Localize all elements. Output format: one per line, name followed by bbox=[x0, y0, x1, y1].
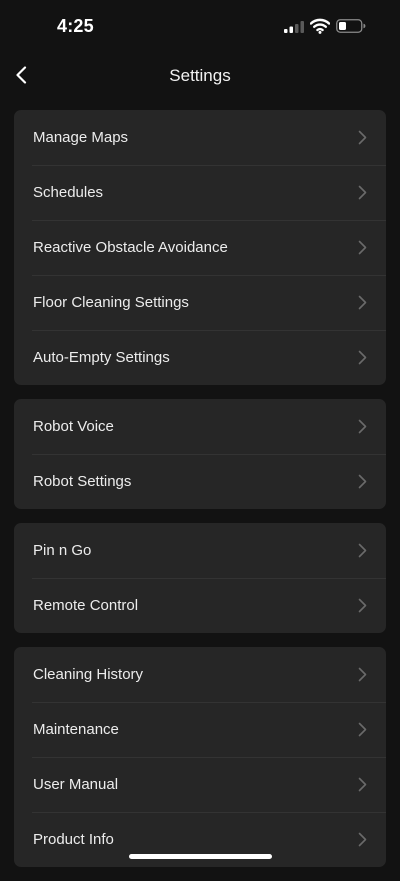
chevron-right-icon bbox=[358, 667, 367, 682]
settings-group-robot: Robot Voice Robot Settings bbox=[14, 399, 386, 509]
chevron-right-icon bbox=[358, 240, 367, 255]
settings-group-control: Pin n Go Remote Control bbox=[14, 523, 386, 633]
chevron-right-icon bbox=[358, 722, 367, 737]
settings-item-remote-control[interactable]: Remote Control bbox=[14, 578, 386, 633]
settings-item-label: Reactive Obstacle Avoidance bbox=[33, 239, 228, 256]
chevron-right-icon bbox=[358, 130, 367, 145]
settings-item-robot-voice[interactable]: Robot Voice bbox=[14, 399, 386, 454]
settings-item-cleaning-history[interactable]: Cleaning History bbox=[14, 647, 386, 702]
settings-item-pin-n-go[interactable]: Pin n Go bbox=[14, 523, 386, 578]
settings-item-floor-cleaning-settings[interactable]: Floor Cleaning Settings bbox=[14, 275, 386, 330]
navigation-bar: Settings bbox=[0, 50, 400, 100]
chevron-right-icon bbox=[358, 832, 367, 847]
settings-item-label: Cleaning History bbox=[33, 666, 144, 683]
settings-item-user-manual[interactable]: User Manual bbox=[14, 757, 386, 812]
settings-group-info: Cleaning History Maintenance User Manual… bbox=[14, 647, 386, 867]
wifi-icon bbox=[310, 18, 330, 34]
home-indicator[interactable] bbox=[129, 854, 272, 859]
settings-item-label: Maintenance bbox=[33, 721, 119, 738]
status-time: 4:25 bbox=[57, 16, 94, 36]
settings-item-label: Manage Maps bbox=[33, 129, 129, 146]
settings-item-label: Auto-Empty Settings bbox=[33, 349, 170, 366]
settings-item-schedules[interactable]: Schedules bbox=[14, 165, 386, 220]
settings-list: Manage Maps Schedules Reactive Obstacle … bbox=[14, 110, 386, 881]
chevron-right-icon bbox=[358, 185, 367, 200]
settings-item-label: Floor Cleaning Settings bbox=[33, 294, 189, 311]
settings-item-reactive-obstacle-avoidance[interactable]: Reactive Obstacle Avoidance bbox=[14, 220, 386, 275]
chevron-right-icon bbox=[358, 543, 367, 558]
chevron-right-icon bbox=[358, 295, 367, 310]
chevron-right-icon bbox=[358, 777, 367, 792]
chevron-right-icon bbox=[358, 350, 367, 365]
settings-item-label: User Manual bbox=[33, 776, 119, 793]
cellular-signal-icon bbox=[284, 21, 304, 33]
settings-item-label: Pin n Go bbox=[33, 542, 92, 559]
settings-item-label: Robot Voice bbox=[33, 418, 114, 435]
settings-item-label: Robot Settings bbox=[33, 473, 132, 490]
settings-item-label: Remote Control bbox=[33, 597, 139, 614]
chevron-right-icon bbox=[358, 474, 367, 489]
status-bar: 4:25 bbox=[0, 0, 400, 50]
page-title: Settings bbox=[169, 66, 231, 85]
settings-item-robot-settings[interactable]: Robot Settings bbox=[14, 454, 386, 509]
settings-item-label: Schedules bbox=[33, 184, 104, 201]
settings-item-label: Product Info bbox=[33, 831, 114, 848]
chevron-right-icon bbox=[358, 419, 367, 434]
chevron-right-icon bbox=[358, 598, 367, 613]
battery-icon bbox=[336, 19, 366, 33]
settings-group-cleaning: Manage Maps Schedules Reactive Obstacle … bbox=[14, 110, 386, 385]
settings-item-maintenance[interactable]: Maintenance bbox=[14, 702, 386, 757]
settings-item-manage-maps[interactable]: Manage Maps bbox=[14, 110, 386, 165]
settings-item-auto-empty-settings[interactable]: Auto-Empty Settings bbox=[14, 330, 386, 385]
